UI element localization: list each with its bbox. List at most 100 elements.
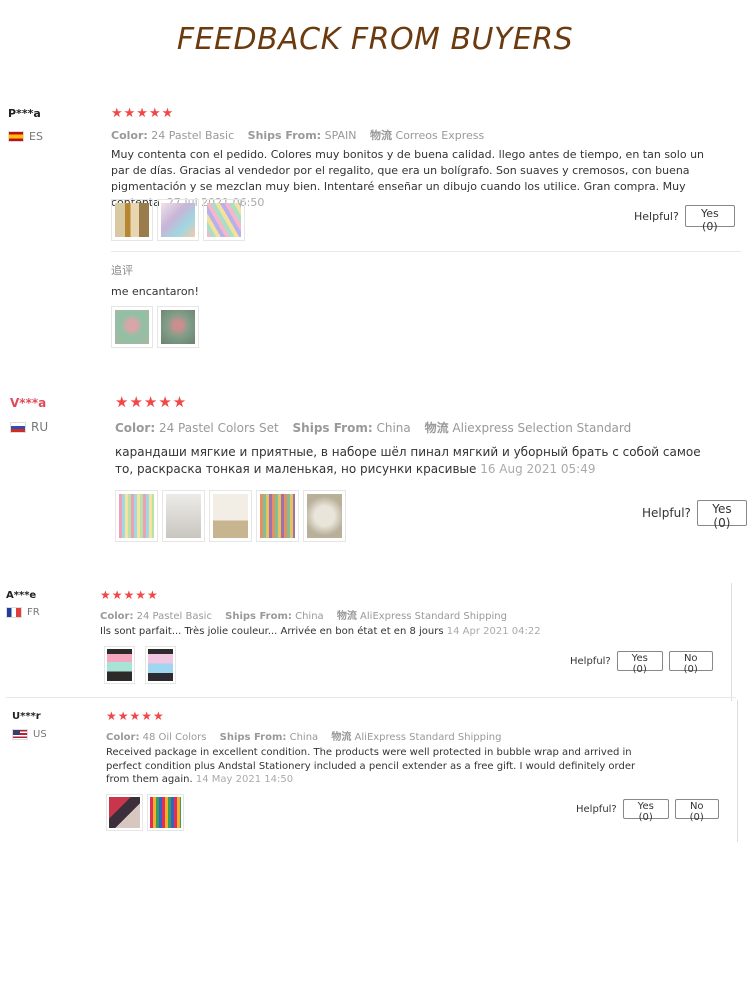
reviewer-info: U***r US (12, 711, 47, 740)
review-card: U***r US ★★★★★ Color: 48 Oil Colors Ship… (0, 705, 750, 845)
flag-fr-icon (6, 607, 22, 618)
review-photo[interactable] (106, 794, 143, 831)
review-meta: Color: 24 Pastel Basic Ships From: China… (100, 607, 517, 622)
review-date: 14 May 2021 14:50 (195, 774, 294, 785)
logistics-value: Correos Express (395, 129, 485, 142)
flag-us-icon (12, 729, 28, 740)
review-card: A***e FR ★★★★★ Color: 24 Pastel Basic Sh… (0, 585, 750, 697)
review-text: карандаши мягкие и приятные, в наборе шё… (115, 444, 705, 479)
logistics-label: 物流 (331, 732, 352, 743)
logistics-value: AliExpress Standard Shipping (354, 732, 502, 743)
ships-from-label: Ships From: (292, 421, 373, 435)
review-photos (106, 794, 184, 831)
review-photo[interactable] (209, 490, 252, 542)
review-photo[interactable] (256, 490, 299, 542)
review-text: Ils sont parfait... Très jolie couleur..… (100, 625, 700, 640)
logistics-value: Aliexpress Selection Standard (452, 421, 632, 435)
ships-from-value: SPAIN (324, 129, 357, 142)
ships-from-value: China (289, 732, 319, 743)
color-label: Color: (115, 421, 156, 435)
color-label: Color: (106, 732, 140, 743)
helpful-label: Helpful? (576, 803, 617, 815)
helpful-label: Helpful? (634, 209, 679, 223)
review-photo[interactable] (162, 490, 205, 542)
helpful-section: Helpful? Yes (0) No (0) (570, 651, 713, 675)
ships-from-value: China (376, 421, 411, 435)
helpful-label: Helpful? (570, 655, 611, 667)
reviewer-name: V***a (10, 396, 47, 410)
country-code: RU (31, 420, 49, 434)
ships-from-label: Ships From: (247, 129, 322, 142)
review-text: Received package in excellent condition.… (106, 746, 656, 787)
helpful-yes-button[interactable]: Yes (0) (684, 205, 735, 233)
color-label: Color: (111, 129, 148, 142)
followup-photo[interactable] (111, 306, 153, 348)
rating-stars: ★★★★★ (115, 393, 188, 411)
logistics-label: 物流 (370, 129, 393, 142)
ships-from-value: China (295, 611, 324, 622)
flag-ru-icon (10, 421, 26, 433)
divider (111, 251, 741, 252)
color-value: 24 Pastel Basic (136, 611, 212, 622)
divider (6, 697, 736, 698)
rating-stars: ★★★★★ (106, 709, 165, 723)
helpful-no-button[interactable]: No (0) (668, 651, 713, 675)
review-photo[interactable] (115, 490, 158, 542)
reviewer-info: A***e FR (6, 590, 40, 618)
review-date: 14 Apr 2021 04:22 (446, 626, 541, 637)
review-body: Received package in excellent condition.… (106, 747, 636, 785)
rating-stars: ★★★★★ (100, 588, 159, 602)
review-meta: Color: 24 Pastel Colors Set Ships From: … (115, 419, 641, 436)
review-photos (111, 199, 245, 241)
helpful-section: Helpful? Yes (0) No (0) (576, 799, 719, 823)
followup-photos (111, 306, 199, 348)
reviewer-info: V***a RU (10, 396, 48, 434)
rating-stars: ★★★★★ (111, 106, 175, 121)
logistics-label: 物流 (424, 421, 449, 435)
flag-es-icon (8, 131, 24, 142)
color-value: 24 Pastel Colors Set (158, 421, 279, 435)
review-photo[interactable] (157, 199, 199, 241)
reviewer-country: RU (10, 420, 48, 434)
review-card: V***a RU ★★★★★ Color: 24 Pastel Colors S… (0, 390, 750, 560)
helpful-no-button[interactable]: No (0) (674, 799, 719, 823)
country-code: US (33, 729, 47, 740)
review-photo[interactable] (104, 646, 135, 684)
reviewer-name: P***a (8, 107, 41, 120)
review-photo[interactable] (145, 646, 176, 684)
review-photo[interactable] (203, 199, 245, 241)
review-photos (115, 490, 346, 542)
review-meta: Color: 48 Oil Colors Ships From: China 物… (106, 728, 511, 743)
followup-text: me encantaron! (111, 285, 199, 298)
divider-vertical (737, 700, 738, 842)
reviewer-name: U***r (12, 711, 41, 722)
logistics-value: AliExpress Standard Shipping (360, 611, 507, 622)
review-card: P***a ES ★★★★★ Color: 24 Pastel Basic Sh… (0, 100, 750, 370)
reviewer-country: ES (8, 130, 43, 143)
reviewer-info: P***a ES (8, 107, 43, 143)
review-body: Ils sont parfait... Très jolie couleur..… (100, 626, 444, 637)
review-photos (104, 646, 176, 684)
helpful-section: Helpful? Yes (0) (634, 205, 735, 233)
color-label: Color: (100, 611, 134, 622)
ships-from-label: Ships From: (219, 732, 287, 743)
review-photo[interactable] (303, 490, 346, 542)
followup-photo[interactable] (157, 306, 199, 348)
helpful-yes-button[interactable]: Yes (0) (696, 500, 747, 530)
ships-from-label: Ships From: (225, 611, 292, 622)
color-value: 48 Oil Colors (142, 732, 207, 743)
divider-vertical (731, 583, 732, 701)
country-code: ES (29, 130, 43, 143)
review-meta: Color: 24 Pastel Basic Ships From: SPAIN… (111, 127, 494, 143)
review-body: карандаши мягкие и приятные, в наборе шё… (115, 445, 701, 477)
helpful-label: Helpful? (642, 506, 691, 520)
review-photo[interactable] (111, 199, 153, 241)
logistics-label: 物流 (336, 611, 357, 622)
review-photo[interactable] (147, 794, 184, 831)
helpful-yes-button[interactable]: Yes (0) (622, 799, 669, 823)
helpful-section: Helpful? Yes (0) (642, 500, 747, 530)
helpful-yes-button[interactable]: Yes (0) (616, 651, 663, 675)
reviewer-name: A***e (6, 590, 37, 601)
color-value: 24 Pastel Basic (151, 129, 235, 142)
page-title: FEEDBACK FROM BUYERS (176, 22, 574, 57)
